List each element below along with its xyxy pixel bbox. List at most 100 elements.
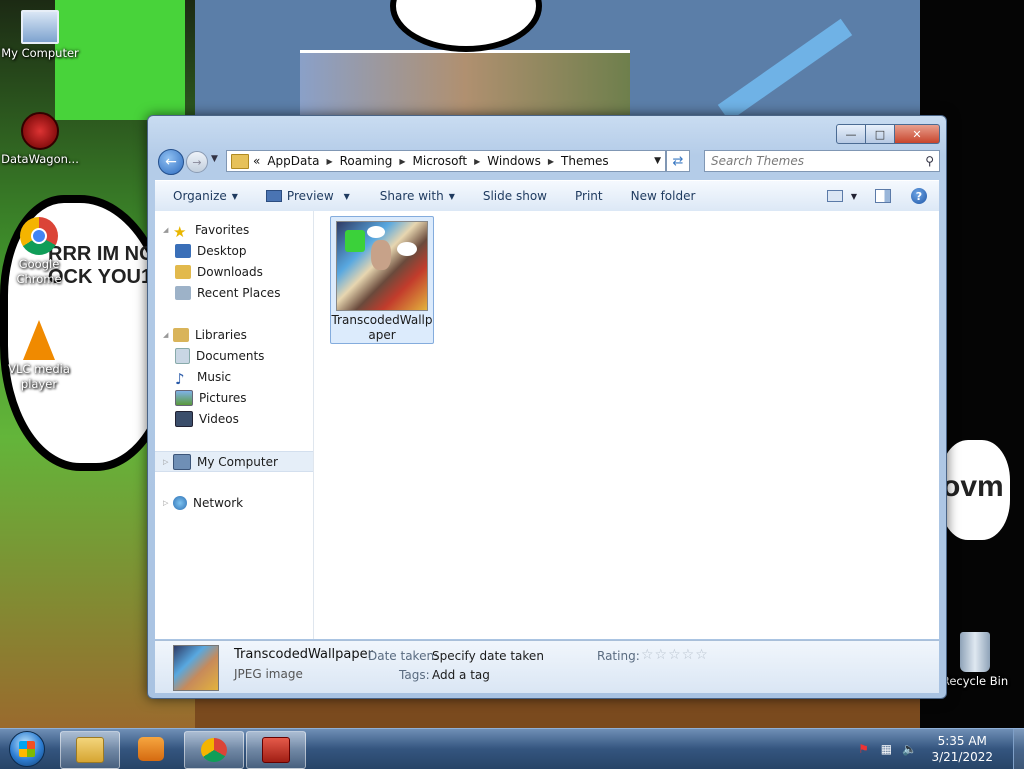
rating-stars[interactable]: ☆☆☆☆☆ <box>641 647 709 663</box>
change-view-icon[interactable] <box>826 190 843 202</box>
documents-icon <box>175 348 190 364</box>
action-center-flag-icon[interactable]: ⚑ <box>856 742 870 756</box>
breadcrumb-separator-icon[interactable]: ▶ <box>399 157 405 166</box>
file-item[interactable]: TranscodedWallpaper <box>330 216 434 344</box>
computer-icon <box>173 453 191 470</box>
toolbox-icon <box>262 737 290 763</box>
preview-button[interactable]: Preview ▼ <box>265 189 350 203</box>
breadcrumb-themes[interactable]: Themes <box>561 154 609 168</box>
nav-item-downloads[interactable]: Downloads <box>175 262 313 282</box>
network-icon[interactable]: ▦ <box>879 742 893 756</box>
command-bar: Organize ▼ Preview ▼ Share with ▼ Slide sho… <box>155 180 939 212</box>
maximize-icon: □ <box>874 127 886 141</box>
command-bar-right: ▼ ? <box>826 188 927 204</box>
nav-item-pictures[interactable]: Pictures <box>175 388 313 408</box>
volume-icon[interactable]: 🔈 <box>902 742 917 756</box>
preview-pane-icon[interactable] <box>875 189 891 203</box>
address-overflow[interactable]: « <box>253 154 260 168</box>
nav-label: Desktop <box>197 244 247 258</box>
nav-item-recent-places[interactable]: Recent Places <box>175 283 313 303</box>
file-name: TranscodedWallpaper <box>331 313 433 342</box>
taskbar-chrome[interactable] <box>184 731 244 769</box>
desktop-icon-google-chrome[interactable]: Google Chrome <box>0 217 78 287</box>
forward-button[interactable]: → <box>186 151 208 173</box>
nav-item-documents[interactable]: Documents <box>175 346 313 366</box>
desktop-icon-vlc[interactable]: VLC media player <box>0 320 78 392</box>
vlc-cone-icon <box>23 320 55 360</box>
nav-label: Music <box>197 370 232 384</box>
print-label: Print <box>574 189 603 203</box>
maximize-button[interactable]: □ <box>866 124 895 144</box>
print-button[interactable]: Print <box>575 189 603 203</box>
chevron-down-icon: ▼ <box>231 191 238 201</box>
file-list[interactable]: TranscodedWallpaper <box>314 211 939 639</box>
search-icon[interactable]: ⚲ <box>925 154 934 168</box>
expand-icon[interactable]: ◢ <box>163 331 173 339</box>
clock[interactable]: 5:35 AM 3/21/2022 <box>931 733 993 765</box>
expand-icon[interactable]: ▷ <box>163 499 173 507</box>
address-bar[interactable]: « AppData ▶ Roaming ▶ Microsoft ▶ Window… <box>226 150 666 172</box>
organize-button[interactable]: Organize ▼ <box>173 189 238 203</box>
wallpaper-speech-bubble-right: ovm <box>940 440 1010 540</box>
address-dropdown-icon[interactable]: ▼ <box>654 156 661 166</box>
nav-item-favorites[interactable]: ◢ ★ Favorites <box>155 220 313 241</box>
breadcrumb-roaming[interactable]: Roaming <box>340 154 393 168</box>
system-tray: ⚑ ▦ 🔈 5:35 AM 3/21/2022 <box>856 729 1024 769</box>
arrow-right-icon: → <box>192 155 202 169</box>
desktop-icon <box>175 244 191 258</box>
nav-label: Videos <box>199 412 239 426</box>
expand-icon[interactable]: ▷ <box>163 458 173 466</box>
search-input[interactable]: Search Themes ⚲ <box>704 150 940 172</box>
nav-item-music[interactable]: ♪ Music <box>175 367 313 388</box>
nav-label: Network <box>193 496 244 510</box>
slide-show-label: Slide show <box>482 189 547 203</box>
breadcrumb-windows[interactable]: Windows <box>487 154 541 168</box>
back-button[interactable]: ← <box>158 149 184 175</box>
search-placeholder: Search Themes <box>711 154 804 168</box>
tags-label: Tags: <box>399 668 430 682</box>
wallpaper-photo-strip <box>300 50 630 123</box>
preview-label: Preview <box>286 189 334 203</box>
share-with-label: Share with <box>379 189 444 203</box>
wallpaper-text-right: ovm <box>942 470 1004 503</box>
nav-item-network[interactable]: ▷ Network <box>155 493 313 513</box>
taskbar-explorer[interactable] <box>60 731 120 769</box>
breadcrumb-separator-icon[interactable]: ▶ <box>548 157 554 166</box>
new-folder-button[interactable]: New folder <box>631 189 696 203</box>
nav-label: Recent Places <box>197 286 281 300</box>
breadcrumb-appdata[interactable]: AppData <box>267 154 319 168</box>
taskbar-media-player[interactable] <box>122 731 180 767</box>
nav-label: Documents <box>196 349 265 363</box>
desktop-icon-my-computer[interactable]: My Computer <box>0 10 80 61</box>
nav-item-desktop[interactable]: Desktop <box>175 241 313 261</box>
nav-item-libraries[interactable]: ◢ Libraries <box>155 325 313 345</box>
view-options-dropdown-icon[interactable]: ▼ <box>851 192 857 201</box>
share-with-button[interactable]: Share with ▼ <box>380 189 455 203</box>
desktop-icon-datawagon[interactable]: DataWagon... <box>0 112 80 167</box>
breadcrumb-separator-icon[interactable]: ▶ <box>326 157 332 166</box>
expand-icon[interactable]: ◢ <box>163 226 173 234</box>
taskbar-toolbox[interactable] <box>246 731 306 769</box>
details-pane: TranscodedWallpaper JPEG image Date take… <box>155 640 939 693</box>
help-icon[interactable]: ? <box>911 188 927 204</box>
date-taken-label: Date taken: <box>368 649 439 663</box>
explorer-window: — □ ✕ ← → ▼ « AppData ▶ Roaming ▶ Micros… <box>147 115 947 699</box>
nav-item-my-computer[interactable]: ▷ My Computer <box>155 451 313 472</box>
nav-label: Libraries <box>195 328 247 342</box>
minimize-button[interactable]: — <box>836 124 866 144</box>
show-desktop-button[interactable] <box>1013 729 1024 769</box>
tags-field[interactable]: Add a tag <box>432 668 490 682</box>
slide-show-button[interactable]: Slide show <box>483 189 547 203</box>
start-button[interactable] <box>2 730 52 768</box>
desktop-icon-recycle-bin[interactable]: Recycle Bin <box>935 632 1015 689</box>
preview-icon <box>265 190 282 202</box>
breadcrumb-microsoft[interactable]: Microsoft <box>413 154 468 168</box>
recent-pages-dropdown[interactable]: ▼ <box>211 154 218 164</box>
date-taken-field[interactable]: Specify date taken <box>432 649 544 663</box>
nav-item-videos[interactable]: Videos <box>175 409 313 429</box>
libraries-icon <box>173 328 189 342</box>
close-button[interactable]: ✕ <box>895 124 940 144</box>
refresh-button[interactable]: ⇄ <box>666 150 690 172</box>
breadcrumb-separator-icon[interactable]: ▶ <box>474 157 480 166</box>
clock-date: 3/21/2022 <box>931 750 993 764</box>
